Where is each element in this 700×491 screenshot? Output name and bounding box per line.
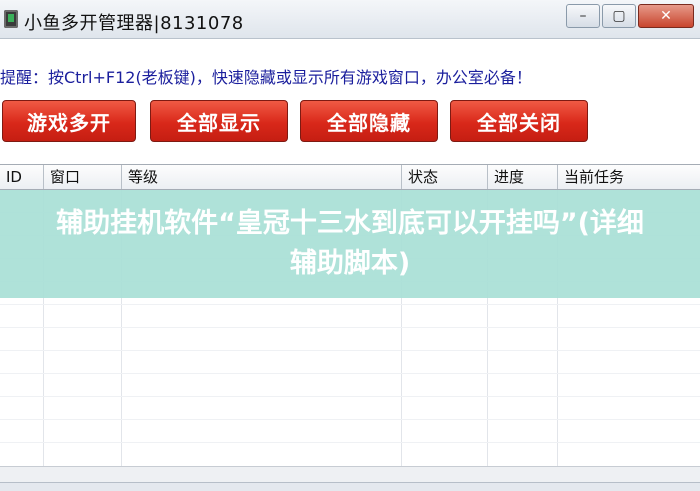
app-icon [4,10,18,28]
close-button[interactable]: ✕ [638,4,694,28]
overlay-headline: 辅助挂机软件“皇冠十三水到底可以开挂吗”(详细辅助脚本) [56,208,644,279]
row-divider [0,327,700,328]
row-divider [0,304,700,305]
row-divider [0,419,700,420]
action-button-row: 游戏多开 全部显示 全部隐藏 全部关闭 [0,100,700,144]
minimize-button[interactable]: – [566,4,600,28]
window-title: 小鱼多开管理器|8131078 [24,13,244,34]
row-divider [0,396,700,397]
window-controls: – ▢ ✕ [566,4,694,28]
boss-key-tip: 提醒：按Ctrl+F12(老板键)，快速隐藏或显示所有游戏窗口，办公室必备！ [0,68,532,87]
restore-button[interactable]: ▢ [602,4,636,28]
header-progress[interactable]: 进度 [488,165,558,189]
window-titlebar[interactable]: 小鱼多开管理器|8131078 – ▢ ✕ [0,0,700,39]
table-header: ID 窗口 等级 状态 进度 当前任务 [0,165,700,190]
overlay-banner: 辅助挂机软件“皇冠十三水到底可以开挂吗”(详细辅助脚本) [0,190,700,298]
close-all-button[interactable]: 全部关闭 [450,100,588,142]
header-status[interactable]: 状态 [402,165,488,189]
row-divider [0,373,700,374]
multi-open-button[interactable]: 游戏多开 [2,100,136,142]
row-divider [0,350,700,351]
header-window[interactable]: 窗口 [44,165,122,189]
header-level[interactable]: 等级 [122,165,402,189]
row-divider [0,442,700,443]
header-current-task[interactable]: 当前任务 [558,165,700,189]
show-all-button[interactable]: 全部显示 [150,100,288,142]
hide-all-button[interactable]: 全部隐藏 [300,100,438,142]
header-id[interactable]: ID [0,165,44,189]
horizontal-scrollbar[interactable] [0,466,700,483]
